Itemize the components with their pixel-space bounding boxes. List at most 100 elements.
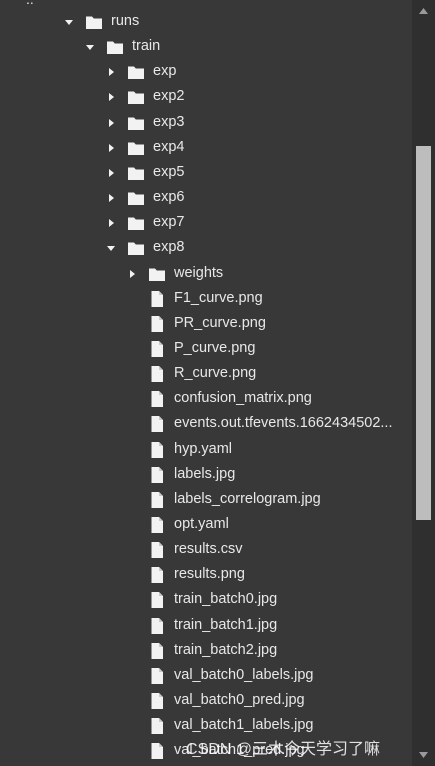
tree-item-label: labels.jpg (174, 465, 236, 482)
folder-icon (127, 164, 145, 182)
file-icon (148, 290, 166, 308)
chevron-right-icon[interactable] (105, 66, 117, 78)
tree-item-label: train_batch0.jpg (174, 591, 278, 608)
file-icon (148, 692, 166, 710)
tree-file-row[interactable]: PR_curve.png (0, 311, 412, 336)
tree-folder-row[interactable]: exp2 (0, 84, 412, 109)
tree-folder-row[interactable]: exp4 (0, 135, 412, 160)
tree-item-label: results.png (174, 566, 245, 583)
tree-item-label: F1_curve.png (174, 289, 263, 306)
tree-item-label: train (132, 38, 161, 55)
folder-icon (127, 139, 145, 157)
tree-file-row[interactable]: results.png (0, 562, 412, 587)
tree-folder-row[interactable]: exp (0, 59, 412, 84)
folder-icon (127, 114, 145, 132)
folder-icon (85, 13, 103, 31)
chevron-right-icon[interactable] (105, 167, 117, 179)
folder-icon (127, 239, 145, 257)
file-icon (148, 717, 166, 735)
chevron-right-icon[interactable] (126, 268, 138, 280)
file-icon (148, 390, 166, 408)
chevron-right-icon[interactable] (105, 117, 117, 129)
tree-item-label: val_batch0_pred.jpg (174, 692, 305, 709)
file-icon (148, 491, 166, 509)
tree-folder-row[interactable]: exp8 (0, 235, 412, 260)
watermark-text: CSDN @三木今天学习了嘛 (186, 741, 381, 758)
tree-file-row[interactable]: val_batch0_pred.jpg (0, 688, 412, 713)
tree-item-label: exp4 (153, 138, 185, 155)
file-icon (148, 566, 166, 584)
tree-folder-row[interactable]: exp6 (0, 185, 412, 210)
tree-item-label: exp7 (153, 214, 185, 231)
scrollbar-thumb[interactable] (416, 146, 431, 520)
tree-folder-row[interactable]: weights (0, 261, 412, 286)
tree-file-row[interactable]: hyp.yaml (0, 437, 412, 462)
tree-item-label: opt.yaml (174, 516, 229, 532)
folder-icon (127, 214, 145, 232)
scroll-up-arrow-icon[interactable] (412, 0, 435, 22)
tree-item-label: weights (174, 264, 224, 281)
folder-icon (127, 63, 145, 81)
tree-file-row[interactable]: train_batch0.jpg (0, 587, 412, 612)
file-tree: .. runs train exp exp2 exp3 exp4 exp5 exp6 exp7 e… (0, 0, 412, 766)
chevron-right-icon[interactable] (105, 217, 117, 229)
folder-icon (127, 189, 145, 207)
tree-file-row[interactable]: labels.jpg (0, 462, 412, 487)
tree-item-label: runs (111, 13, 140, 29)
file-icon (148, 667, 166, 685)
tree-folder-row[interactable]: exp3 (0, 110, 412, 135)
file-icon (148, 365, 166, 383)
tree-item-label: P_curve.png (174, 339, 256, 356)
tree-file-row[interactable]: results.csv (0, 537, 412, 562)
tree-item-label: train_batch2.jpg (174, 641, 278, 658)
tree-item-label: val_batch0_labels.jpg (174, 666, 314, 683)
tree-item-label: confusion_matrix.png (174, 390, 312, 407)
tree-item-label: PR_curve.png (174, 314, 266, 331)
tree-folder-row[interactable]: runs (0, 9, 412, 34)
folder-icon (148, 265, 166, 283)
tree-item-label: exp5 (153, 163, 185, 180)
chevron-right-icon[interactable] (105, 142, 117, 154)
tree-file-row[interactable]: train_batch1.jpg (0, 613, 412, 638)
tree-item-label: results.csv (174, 541, 243, 558)
tree-file-row[interactable]: P_curve.png (0, 336, 412, 361)
folder-icon (127, 88, 145, 106)
file-icon (148, 441, 166, 459)
parent-directory-label[interactable]: .. (26, 0, 34, 7)
file-icon (148, 617, 166, 635)
file-icon (148, 742, 166, 760)
file-icon (148, 591, 166, 609)
tree-file-row[interactable]: val_batch0_labels.jpg (0, 663, 412, 688)
chevron-right-icon[interactable] (105, 91, 117, 103)
file-icon (148, 516, 166, 534)
scrollbar[interactable] (412, 0, 435, 766)
tree-file-row[interactable]: labels_correlogram.jpg (0, 487, 412, 512)
tree-item-label: exp8 (153, 239, 185, 256)
tree-item-label: exp6 (153, 189, 185, 206)
tree-item-label: hyp.yaml (174, 440, 233, 457)
chevron-right-icon[interactable] (105, 192, 117, 204)
tree-item-label: train_batch1.jpg (174, 616, 278, 633)
tree-file-row[interactable]: confusion_matrix.png (0, 386, 412, 411)
tree-file-row[interactable]: events.out.tfevents.1662434502... (0, 411, 412, 436)
folder-icon (106, 38, 124, 56)
scroll-down-arrow-icon[interactable] (412, 744, 435, 766)
chevron-down-icon[interactable] (63, 16, 75, 28)
file-icon (148, 415, 166, 433)
file-icon (148, 466, 166, 484)
chevron-down-icon[interactable] (84, 41, 96, 53)
tree-item-label: R_curve.png (174, 365, 257, 382)
tree-file-row[interactable]: opt.yaml (0, 512, 412, 537)
tree-file-row[interactable]: R_curve.png (0, 361, 412, 386)
tree-folder-row[interactable]: exp7 (0, 210, 412, 235)
tree-file-row[interactable]: train_batch2.jpg (0, 638, 412, 663)
tree-item-label: exp2 (153, 88, 185, 105)
tree-file-row[interactable]: F1_curve.png (0, 286, 412, 311)
tree-item-label: labels_correlogram.jpg (174, 490, 321, 507)
chevron-down-icon[interactable] (105, 242, 117, 254)
tree-folder-row[interactable]: train (0, 34, 412, 59)
file-icon (148, 642, 166, 660)
tree-item-label: exp3 (153, 113, 185, 130)
tree-folder-row[interactable]: exp5 (0, 160, 412, 185)
tree-item-label: events.out.tfevents.1662434502... (174, 415, 393, 432)
